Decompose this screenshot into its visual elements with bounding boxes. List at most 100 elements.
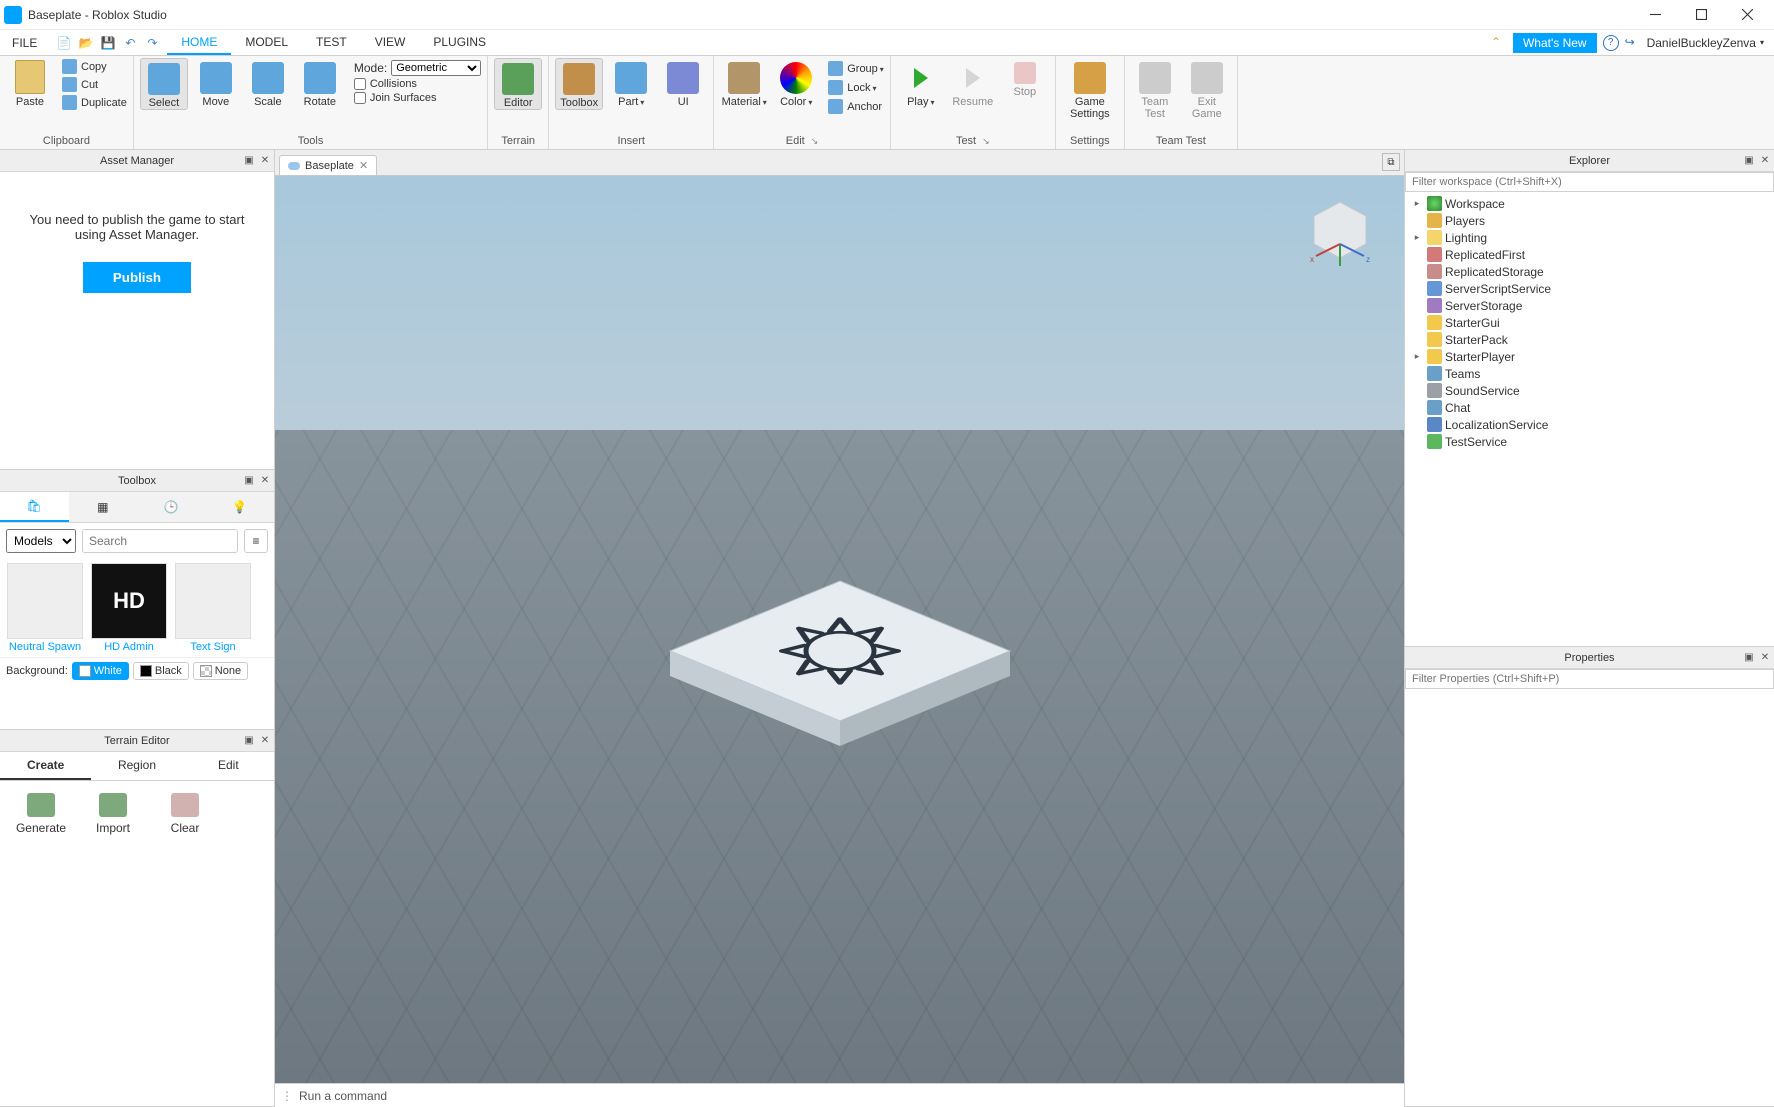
ui-button[interactable]: UI	[659, 58, 707, 108]
anchor-button[interactable]: Anchor	[828, 98, 884, 115]
terrain-undock-icon[interactable]: ▣	[242, 734, 256, 748]
bg-none-button[interactable]: None	[193, 662, 248, 680]
tab-plugins[interactable]: PLUGINS	[419, 30, 500, 55]
upgrade-icon[interactable]: ⌃	[1491, 35, 1507, 51]
expand-icon[interactable]: ▸	[1411, 351, 1423, 362]
explorer-node[interactable]: ▸Workspace	[1409, 195, 1770, 212]
command-bar[interactable]: Run a command	[275, 1083, 1404, 1107]
toolbox-undock-icon[interactable]: ▣	[242, 474, 256, 488]
select-button[interactable]: Select	[140, 58, 188, 110]
share-icon[interactable]: ↪	[1625, 35, 1641, 51]
popout-button[interactable]: ⧉	[1382, 153, 1400, 171]
explorer-node[interactable]: TestService	[1409, 433, 1770, 450]
asset-close-icon[interactable]: ✕	[258, 154, 272, 168]
terrain-import-button[interactable]: Import	[84, 793, 142, 835]
properties-filter-input[interactable]	[1405, 669, 1774, 689]
move-button[interactable]: Move	[192, 58, 240, 108]
copy-button[interactable]: Copy	[62, 58, 127, 75]
explorer-node[interactable]: ▸StarterPlayer	[1409, 348, 1770, 365]
qat-undo-icon[interactable]: ↶	[121, 34, 139, 52]
toolbox-tab-marketplace[interactable]: 🛍	[0, 492, 69, 522]
game-settings-button[interactable]: Game Settings	[1062, 58, 1118, 120]
explorer-node[interactable]: Teams	[1409, 365, 1770, 382]
terrain-tab-region[interactable]: Region	[91, 752, 182, 780]
collisions-checkbox[interactable]: Collisions	[354, 78, 481, 90]
exit-game-button[interactable]: Exit Game	[1183, 58, 1231, 120]
document-tab-close[interactable]: ✕	[359, 159, 368, 172]
axis-gizmo[interactable]: x z	[1300, 194, 1380, 274]
color-button[interactable]: Color	[772, 58, 820, 109]
team-test-button[interactable]: Team Test	[1131, 58, 1179, 120]
cut-button[interactable]: Cut	[62, 76, 127, 93]
toolbox-tab-recent[interactable]: 🕒	[137, 492, 206, 522]
bg-black-button[interactable]: Black	[133, 662, 189, 680]
viewport-3d[interactable]: x z	[275, 176, 1404, 1083]
asset-undock-icon[interactable]: ▣	[242, 154, 256, 168]
tab-home[interactable]: HOME	[167, 30, 231, 55]
terrain-tab-create[interactable]: Create	[0, 752, 91, 780]
toolbox-item[interactable]: Neutral Spawn	[6, 563, 84, 653]
user-menu[interactable]: DanielBuckleyZenva ▾	[1647, 36, 1764, 50]
edit-dialog-launcher[interactable]: ↘	[811, 136, 819, 147]
toolbox-search-input[interactable]	[83, 530, 238, 552]
stop-button[interactable]: Stop	[1001, 58, 1049, 98]
terrain-editor-button[interactable]: Editor	[494, 58, 542, 110]
join-surfaces-checkbox[interactable]: Join Surfaces	[354, 92, 481, 104]
toolbox-item[interactable]: HD HD Admin	[90, 563, 168, 653]
rotate-button[interactable]: Rotate	[296, 58, 344, 108]
material-button[interactable]: Material	[720, 58, 768, 109]
tab-view[interactable]: VIEW	[361, 30, 420, 55]
publish-button[interactable]: Publish	[83, 262, 191, 293]
explorer-node[interactable]: ServerStorage	[1409, 297, 1770, 314]
scale-button[interactable]: Scale	[244, 58, 292, 108]
maximize-button[interactable]	[1678, 1, 1724, 29]
properties-undock-icon[interactable]: ▣	[1742, 651, 1756, 665]
document-tab[interactable]: Baseplate ✕	[279, 155, 377, 175]
qat-open-icon[interactable]: 📂	[77, 34, 95, 52]
explorer-node[interactable]: StarterGui	[1409, 314, 1770, 331]
qat-new-icon[interactable]: 📄	[55, 34, 73, 52]
terrain-generate-button[interactable]: Generate	[12, 793, 70, 835]
explorer-node[interactable]: ReplicatedStorage	[1409, 263, 1770, 280]
close-button[interactable]	[1724, 1, 1770, 29]
toolbox-category-select[interactable]: Models	[6, 529, 76, 553]
test-dialog-launcher[interactable]: ↘	[982, 136, 990, 147]
toolbox-tab-inventory[interactable]: ▦	[69, 492, 138, 522]
explorer-node[interactable]: SoundService	[1409, 382, 1770, 399]
file-menu[interactable]: FILE	[0, 30, 49, 55]
help-icon[interactable]: ?	[1603, 35, 1619, 51]
explorer-node[interactable]: LocalizationService	[1409, 416, 1770, 433]
duplicate-button[interactable]: Duplicate	[62, 94, 127, 111]
group-button[interactable]: Group	[828, 60, 884, 77]
terrain-close-icon[interactable]: ✕	[258, 734, 272, 748]
tab-test[interactable]: TEST	[302, 30, 361, 55]
explorer-node[interactable]: Players	[1409, 212, 1770, 229]
terrain-clear-button[interactable]: Clear	[156, 793, 214, 835]
explorer-node[interactable]: ServerScriptService	[1409, 280, 1770, 297]
toolbox-item[interactable]: Text Sign	[174, 563, 252, 653]
explorer-undock-icon[interactable]: ▣	[1742, 154, 1756, 168]
properties-close-icon[interactable]: ✕	[1758, 651, 1772, 665]
explorer-close-icon[interactable]: ✕	[1758, 154, 1772, 168]
explorer-node[interactable]: ▸Lighting	[1409, 229, 1770, 246]
bg-white-button[interactable]: White	[72, 662, 129, 680]
paste-button[interactable]: Paste	[6, 58, 54, 108]
explorer-filter-input[interactable]	[1405, 172, 1774, 192]
lock-button[interactable]: Lock	[828, 79, 884, 96]
tab-model[interactable]: MODEL	[231, 30, 302, 55]
toolbox-filter-button[interactable]: ≡	[244, 529, 268, 553]
explorer-node[interactable]: Chat	[1409, 399, 1770, 416]
resume-button[interactable]: Resume	[949, 58, 997, 108]
explorer-node[interactable]: StarterPack	[1409, 331, 1770, 348]
terrain-tab-edit[interactable]: Edit	[183, 752, 274, 780]
toolbox-tab-creations[interactable]: 💡	[206, 492, 275, 522]
mode-select[interactable]: Geometric	[391, 60, 481, 76]
whats-new-button[interactable]: What's New	[1513, 33, 1597, 53]
part-button[interactable]: Part	[607, 58, 655, 109]
play-button[interactable]: Play	[897, 58, 945, 109]
toolbox-button[interactable]: Toolbox	[555, 58, 603, 110]
qat-redo-icon[interactable]: ↷	[143, 34, 161, 52]
explorer-node[interactable]: ReplicatedFirst	[1409, 246, 1770, 263]
toolbox-close-icon[interactable]: ✕	[258, 474, 272, 488]
expand-icon[interactable]: ▸	[1411, 198, 1423, 209]
